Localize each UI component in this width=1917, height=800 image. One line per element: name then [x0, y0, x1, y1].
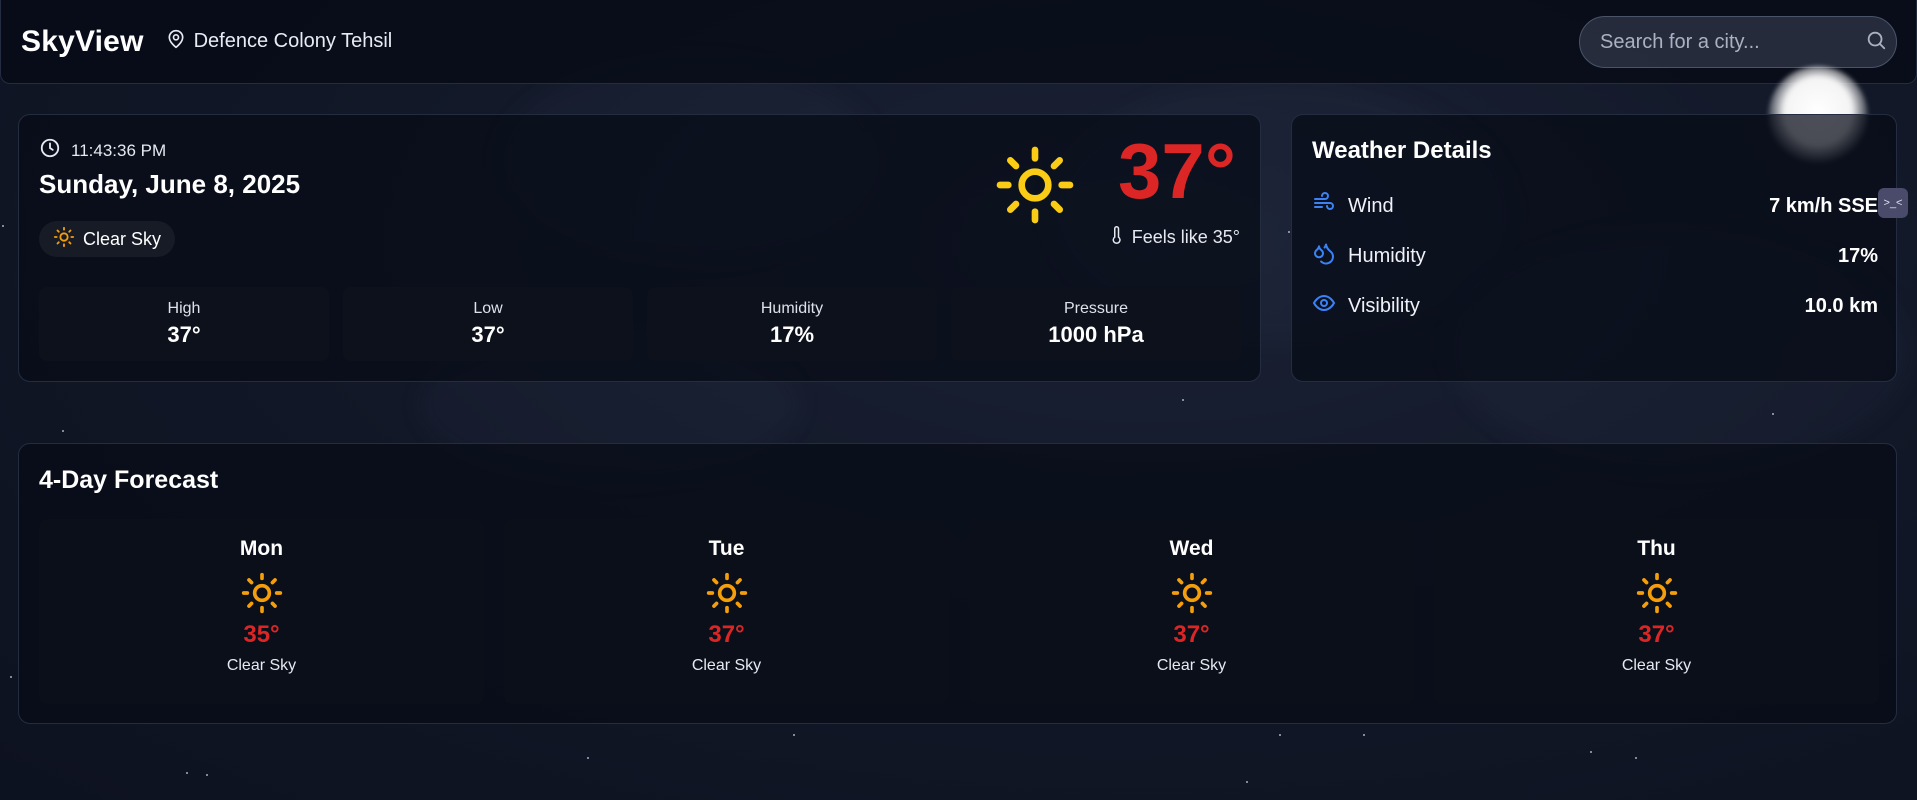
forecast-day: Mon 35° Clear Sky — [39, 519, 484, 704]
star — [186, 772, 188, 774]
current-date: Sunday, June 8, 2025 — [39, 169, 301, 199]
current-time: 11:43:36 PM — [39, 137, 166, 164]
feels-like: Feels like 35° — [1108, 225, 1240, 250]
stat-label: Humidity — [760, 300, 824, 317]
feels-like-label: Feels like 35° — [1131, 227, 1240, 247]
forecast-temp: 37° — [1173, 621, 1210, 648]
detail-value: 17% — [1837, 244, 1878, 267]
forecast-condition: Clear Sky — [1156, 657, 1227, 674]
time-label: 11:43:36 PM — [71, 140, 167, 160]
sun-icon — [240, 571, 284, 615]
stat-high: High 37° — [39, 287, 329, 361]
star — [793, 734, 795, 736]
sun-icon — [1170, 571, 1214, 615]
detail-row-humidity: Humidity 17% — [1312, 241, 1878, 271]
map-pin-icon — [166, 29, 186, 55]
search-input[interactable] — [1600, 30, 1865, 54]
star — [10, 676, 12, 678]
forecast-day-name: Thu — [1637, 537, 1676, 560]
wind-icon — [1312, 191, 1336, 221]
detail-row-wind: Wind 7 km/h SSE — [1312, 191, 1878, 221]
forecast-condition: Clear Sky — [226, 657, 297, 674]
forecast-day: Tue 37° Clear Sky — [504, 519, 949, 704]
forecast-list: Mon 35° Clear Sky Tue 37° Clear Sky Wed … — [39, 519, 1879, 704]
search-icon[interactable] — [1865, 29, 1887, 56]
detail-value: 7 km/h SSE — [1769, 194, 1878, 217]
current-location: Defence Colony Tehsil — [166, 29, 393, 55]
forecast-temp: 37° — [1638, 621, 1675, 648]
star — [1363, 734, 1365, 736]
droplets-icon — [1312, 241, 1336, 271]
sun-icon — [995, 145, 1075, 225]
star — [1772, 413, 1774, 415]
star — [62, 430, 64, 432]
star — [2, 225, 4, 227]
star — [587, 757, 589, 759]
forecast-card: 4-Day Forecast Mon 35° Clear Sky Tue 37°… — [18, 443, 1897, 724]
star — [1182, 399, 1184, 401]
stat-value: 1000 hPa — [1048, 322, 1144, 347]
thermometer-icon — [1108, 225, 1126, 250]
forecast-temp: 37° — [708, 621, 745, 648]
star — [206, 774, 208, 776]
condition-label: Clear Sky — [83, 228, 162, 249]
forecast-day-name: Tue — [708, 537, 745, 560]
stat-humidity: Humidity 17% — [647, 287, 937, 361]
forecast-condition: Clear Sky — [1621, 657, 1692, 674]
forecast-day: Wed 37° Clear Sky — [969, 519, 1414, 704]
weather-details-card: Weather Details Wind 7 km/h SSE Humidity… — [1291, 114, 1897, 382]
brand-logo[interactable]: SkyView — [21, 25, 144, 59]
forecast-temp: 35° — [243, 621, 280, 648]
star — [1279, 734, 1281, 736]
forecast-day: Thu 37° Clear Sky — [1434, 519, 1879, 704]
stat-pressure: Pressure 1000 hPa — [951, 287, 1241, 361]
top-header: SkyView Defence Colony Tehsil — [0, 0, 1917, 84]
star — [1590, 751, 1592, 753]
eye-icon — [1312, 291, 1336, 321]
forecast-day-name: Mon — [239, 537, 284, 560]
clock-icon — [39, 137, 61, 164]
sun-icon — [1635, 571, 1679, 615]
forecast-day-name: Wed — [1169, 537, 1214, 560]
detail-label: Humidity — [1348, 244, 1426, 267]
star — [1635, 757, 1637, 759]
stat-low: Low 37° — [343, 287, 633, 361]
extension-icon[interactable]: >_< — [1878, 188, 1908, 218]
current-temperature: 37° — [1118, 127, 1236, 215]
stat-value: 17% — [769, 322, 815, 347]
stat-label: Low — [473, 300, 503, 317]
sun-icon — [53, 226, 75, 253]
condition-badge: Clear Sky — [39, 221, 176, 257]
sun-icon — [705, 571, 749, 615]
stats-row: High 37° Low 37° Humidity 17% Pressure 1… — [39, 287, 1241, 361]
details-title: Weather Details — [1312, 137, 1492, 164]
detail-value: 10.0 km — [1804, 294, 1878, 317]
search-bar[interactable] — [1579, 16, 1897, 68]
star — [1246, 781, 1248, 783]
detail-label: Wind — [1348, 194, 1394, 217]
location-label: Defence Colony Tehsil — [193, 30, 393, 52]
stat-value: 37° — [167, 322, 201, 347]
detail-row-visibility: Visibility 10.0 km — [1312, 291, 1878, 321]
detail-label: Visibility — [1348, 294, 1420, 317]
stat-label: High — [167, 300, 201, 317]
forecast-condition: Clear Sky — [691, 657, 762, 674]
stat-label: Pressure — [1063, 300, 1129, 317]
stat-value: 37° — [471, 322, 505, 347]
forecast-title: 4-Day Forecast — [39, 466, 219, 494]
star — [1288, 231, 1290, 233]
current-weather-card: 11:43:36 PM Sunday, June 8, 2025 Clear S… — [18, 114, 1261, 382]
